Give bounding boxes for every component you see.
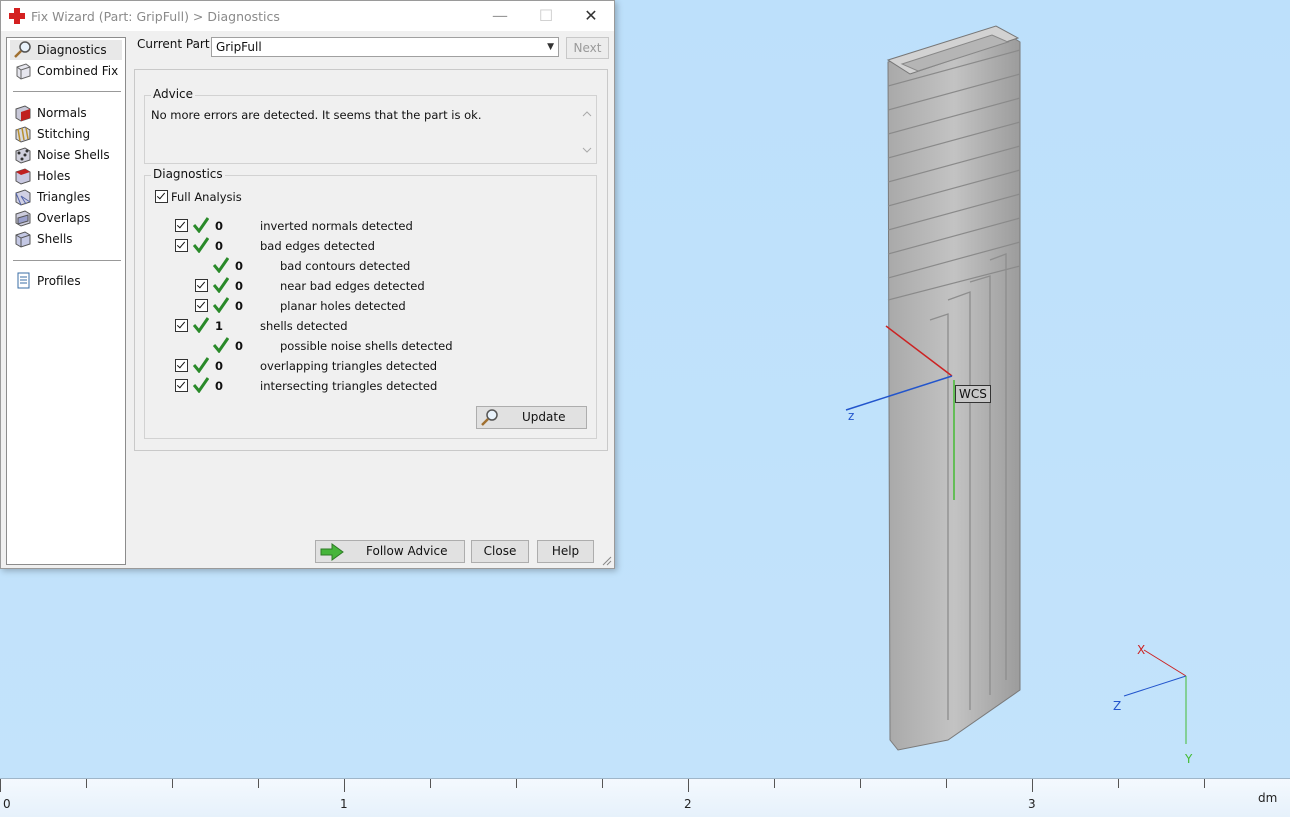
triad-z-label: Z	[1113, 699, 1122, 713]
label-near-bad-edges: near bad edges detected	[280, 279, 425, 293]
nav-item-combined-fix[interactable]: Combined Fix	[10, 61, 122, 81]
nav-item-profiles[interactable]: Profiles	[10, 271, 122, 291]
magnifier-icon	[14, 41, 31, 58]
local-axes	[845, 325, 955, 500]
nav-item-shells[interactable]: Shells	[10, 229, 122, 249]
local-axis-z-label: z	[848, 409, 855, 423]
row-checkbox-overlapping-triangles[interactable]	[175, 359, 188, 372]
wizard-nav: Diagnostics Combined Fix Normals Stitchi…	[6, 37, 126, 565]
triangles-icon	[15, 189, 31, 206]
magnifier-icon	[481, 409, 498, 426]
minimize-button[interactable]: —	[477, 1, 523, 31]
shells-icon	[15, 231, 31, 248]
title-bar[interactable]: Fix Wizard (Part: GripFull) > Diagnostic…	[1, 1, 614, 31]
count-inverted-normals: 0	[215, 219, 224, 233]
count-bad-edges: 0	[215, 239, 224, 253]
green-check-icon	[193, 237, 209, 253]
count-overlapping-triangles: 0	[215, 359, 224, 373]
green-check-icon	[193, 377, 209, 393]
row-checkbox-bad-edges[interactable]	[175, 239, 188, 252]
advice-legend: Advice	[151, 87, 196, 101]
diagnostics-group: Diagnostics Full Analysis 0 inverted nor…	[144, 167, 597, 439]
ruler-label-1: 1	[340, 797, 348, 811]
window-title: Fix Wizard (Part: GripFull) > Diagnostic…	[31, 9, 280, 24]
nav-item-noise-shells[interactable]: Noise Shells	[10, 145, 122, 165]
triad-x-label: X	[1137, 643, 1146, 657]
label-bad-edges: bad edges detected	[260, 239, 375, 253]
count-bad-contours: 0	[235, 259, 244, 273]
row-checkbox-planar-holes[interactable]	[195, 299, 208, 312]
current-part-value: GripFull	[216, 40, 262, 54]
nav-item-stitching[interactable]: Stitching	[10, 124, 122, 144]
ruler-label-3: 3	[1028, 797, 1036, 811]
chevron-down-icon: ▼	[547, 42, 554, 52]
advice-group: Advice No more errors are detected. It s…	[144, 87, 597, 164]
triad-y-label: Y	[1185, 752, 1193, 766]
label-intersecting-triangles: intersecting triangles detected	[260, 379, 438, 393]
update-button[interactable]: Update	[476, 406, 587, 429]
green-check-icon	[213, 277, 229, 293]
ruler-label-0: 0	[3, 797, 11, 811]
noise-shells-icon	[15, 147, 31, 164]
overlaps-icon	[15, 210, 31, 227]
count-near-bad-edges: 0	[235, 279, 244, 293]
nav-item-holes[interactable]: Holes	[10, 166, 122, 186]
diagnostics-legend: Diagnostics	[151, 167, 225, 181]
nav-item-diagnostics[interactable]: Diagnostics	[10, 40, 122, 60]
follow-advice-button[interactable]: Follow Advice	[315, 540, 465, 563]
full-analysis-label: Full Analysis	[171, 190, 242, 204]
ruler: 0 1 2 3 dm	[0, 778, 1290, 817]
arrow-right-icon	[320, 543, 344, 561]
app-cross-icon	[9, 8, 25, 24]
axis-triad	[1123, 649, 1187, 744]
nav-item-triangles[interactable]: Triangles	[10, 187, 122, 207]
normals-icon	[15, 105, 31, 122]
label-inverted-normals: inverted normals detected	[260, 219, 413, 233]
diagnostics-panel: Advice No more errors are detected. It s…	[134, 69, 608, 451]
row-checkbox-intersecting-triangles[interactable]	[175, 379, 188, 392]
current-part-label: Current Part:	[137, 37, 214, 51]
label-shells: shells detected	[260, 319, 348, 333]
close-button[interactable]: Close	[471, 540, 529, 563]
label-overlapping-triangles: overlapping triangles detected	[260, 359, 438, 373]
nav-item-overlaps[interactable]: Overlaps	[10, 208, 122, 228]
count-shells: 1	[215, 319, 224, 333]
row-checkbox-near-bad-edges[interactable]	[195, 279, 208, 292]
count-planar-holes: 0	[235, 299, 244, 313]
next-button[interactable]: Next	[566, 37, 609, 59]
count-noise-shells: 0	[235, 339, 244, 353]
resize-grip-icon[interactable]	[602, 556, 612, 566]
green-check-icon	[213, 337, 229, 353]
green-check-icon	[193, 217, 209, 233]
advice-scrollbar[interactable]	[580, 108, 594, 156]
follow-advice-label: Follow Advice	[366, 544, 448, 558]
holes-icon	[15, 168, 31, 185]
wcs-label: WCS	[955, 385, 991, 403]
advice-text: No more errors are detected. It seems th…	[151, 108, 591, 162]
update-label: Update	[522, 410, 566, 424]
full-analysis-checkbox[interactable]	[155, 190, 168, 203]
nav-item-normals[interactable]: Normals	[10, 103, 122, 123]
green-check-icon	[193, 357, 209, 373]
help-button[interactable]: Help	[537, 540, 594, 563]
current-part-select[interactable]: GripFull ▼	[211, 37, 559, 57]
label-noise-shells: possible noise shells detected	[280, 339, 453, 353]
profiles-icon	[17, 272, 30, 289]
green-check-icon	[213, 257, 229, 273]
ruler-label-2: 2	[684, 797, 692, 811]
label-bad-contours: bad contours detected	[280, 259, 411, 273]
stitching-icon	[15, 126, 31, 143]
close-window-button[interactable]: ✕	[568, 1, 614, 31]
row-checkbox-inverted-normals[interactable]	[175, 219, 188, 232]
label-planar-holes: planar holes detected	[280, 299, 406, 313]
ruler-unit: dm	[1258, 791, 1278, 805]
fix-wizard-dialog: Fix Wizard (Part: GripFull) > Diagnostic…	[0, 0, 615, 569]
row-checkbox-shells[interactable]	[175, 319, 188, 332]
green-check-icon	[213, 297, 229, 313]
maximize-button[interactable]: ☐	[523, 1, 569, 31]
green-check-icon	[193, 317, 209, 333]
combined-fix-icon	[16, 63, 31, 80]
count-intersecting-triangles: 0	[215, 379, 224, 393]
